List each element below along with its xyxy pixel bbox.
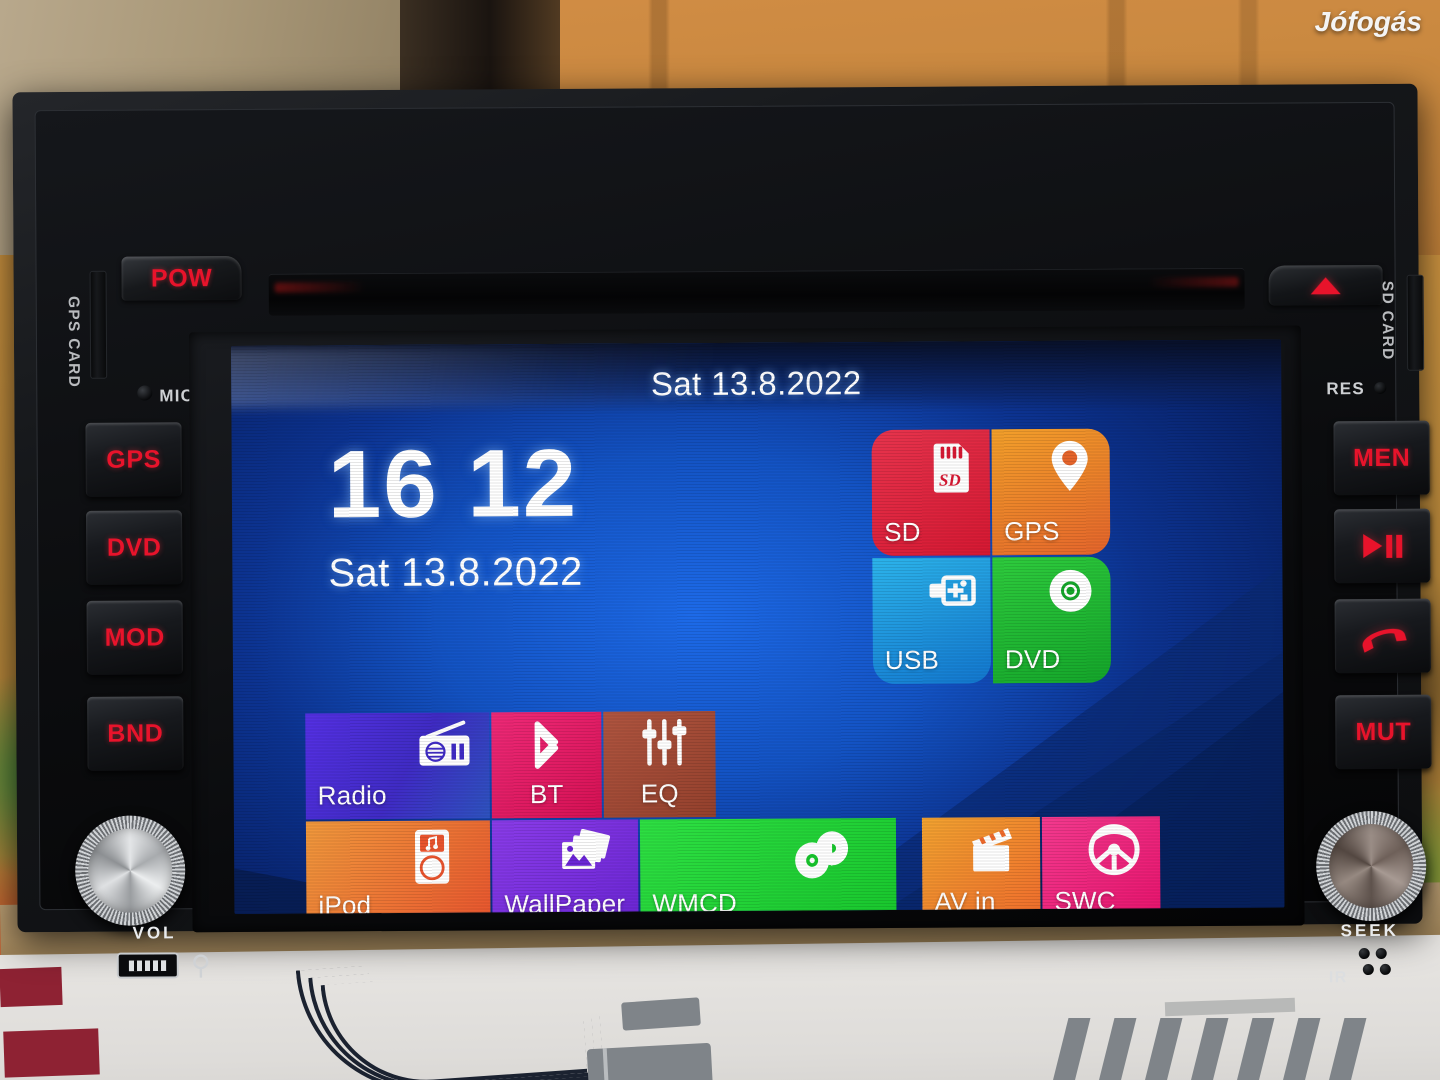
tile-usb[interactable]: USB bbox=[872, 557, 992, 685]
reset-label: RES bbox=[1326, 379, 1365, 399]
usb-plug-icon bbox=[921, 565, 979, 623]
ir-label: IR bbox=[1328, 969, 1348, 987]
paper-red-block bbox=[0, 966, 63, 1008]
tile-avin-label: AV in bbox=[934, 886, 996, 914]
power-button[interactable]: POW bbox=[121, 255, 242, 301]
tile-radio-label: Radio bbox=[317, 780, 387, 811]
radio-icon bbox=[413, 719, 471, 777]
slot-led-right bbox=[1148, 276, 1239, 288]
ir-receiver bbox=[1358, 947, 1399, 982]
gps-card-slot-label: GPS CARD bbox=[64, 295, 83, 389]
key-bnd-label: BND bbox=[107, 718, 164, 748]
wiring-bars-diagram bbox=[1051, 1018, 1390, 1080]
equalizer-icon bbox=[637, 717, 695, 775]
photos-icon bbox=[556, 828, 614, 886]
status-bar-date: Sat 13.8.2022 bbox=[650, 364, 862, 403]
sd-card-icon: SD bbox=[921, 437, 979, 495]
tile-eq[interactable]: EQ bbox=[603, 711, 716, 818]
connector-diagram bbox=[586, 1042, 714, 1080]
reset-pinhole[interactable] bbox=[1374, 381, 1387, 394]
key-gps[interactable]: GPS bbox=[85, 422, 182, 497]
steering-wheel-icon bbox=[1084, 822, 1142, 880]
volume-knob-label: VOL bbox=[132, 923, 177, 943]
two-discs-icon bbox=[786, 826, 856, 890]
ipod-icon bbox=[408, 827, 466, 885]
tile-eq-label: EQ bbox=[640, 778, 679, 809]
tile-dvd[interactable]: DVD bbox=[992, 556, 1112, 684]
tile-gps-label: GPS bbox=[1004, 515, 1060, 547]
disc-icon bbox=[1041, 565, 1099, 623]
key-gps-label: GPS bbox=[106, 444, 162, 474]
sd-card-slot-label: SD CARD bbox=[1378, 280, 1397, 361]
key-phone-hangup[interactable] bbox=[1334, 598, 1432, 674]
usb-port[interactable] bbox=[116, 952, 179, 979]
play-pause-icon bbox=[1362, 533, 1402, 559]
tile-swc-label: SWC bbox=[1054, 885, 1116, 914]
gps-card-slot[interactable] bbox=[89, 270, 108, 379]
disc-slot[interactable] bbox=[268, 267, 1245, 316]
clock-date: Sat 13.8.2022 bbox=[328, 549, 583, 596]
clapperboard-icon bbox=[962, 825, 1020, 883]
sd-card-slot[interactable] bbox=[1406, 274, 1425, 371]
eject-icon bbox=[1310, 276, 1341, 294]
phone-hangup-icon bbox=[1362, 628, 1407, 653]
seek-knob-label: SEEK bbox=[1340, 920, 1399, 941]
faceplate: POW GPS CARD SD CARD MIC RES GPS DVD MOD… bbox=[34, 101, 1432, 986]
seek-knob[interactable] bbox=[1315, 810, 1427, 922]
key-mod-label: MOD bbox=[104, 622, 165, 652]
microphone-icon bbox=[137, 385, 153, 401]
key-mod[interactable]: MOD bbox=[86, 600, 184, 675]
tile-usb-label: USB bbox=[884, 644, 940, 675]
site-watermark: Jófogás bbox=[1314, 6, 1422, 37]
bluetooth-icon bbox=[521, 716, 579, 774]
key-play-pause[interactable] bbox=[1334, 508, 1431, 584]
tile-bt-label: BT bbox=[529, 778, 564, 810]
key-dvd[interactable]: DVD bbox=[86, 510, 183, 585]
photo-scene: Jófogás POW GPS CARD SD CARD MIC RES GPS… bbox=[0, 0, 1440, 1080]
tile-sd-label: SD bbox=[884, 516, 921, 547]
lcd-bezel: Sat 13.8.2022 16 12 Sat 13.8.2022 SD SD … bbox=[188, 325, 1305, 933]
key-mute-label: MUT bbox=[1355, 717, 1412, 746]
tile-wmcd-label: WMCD bbox=[652, 887, 738, 914]
tile-radio[interactable]: Radio bbox=[305, 712, 490, 820]
key-bnd[interactable]: BND bbox=[87, 696, 184, 771]
connector-diagram bbox=[621, 997, 701, 1031]
key-menu-label: MEN bbox=[1352, 443, 1411, 472]
key-mute[interactable]: MUT bbox=[1335, 694, 1432, 770]
map-pin-icon bbox=[1041, 437, 1099, 495]
car-head-unit: POW GPS CARD SD CARD MIC RES GPS DVD MOD… bbox=[12, 83, 1432, 986]
lcd-screen[interactable]: Sat 13.8.2022 16 12 Sat 13.8.2022 SD SD … bbox=[231, 339, 1285, 914]
tile-ipod-label: iPod bbox=[318, 890, 372, 914]
svg-text:SD: SD bbox=[939, 471, 961, 490]
tile-avin[interactable]: AV in bbox=[921, 817, 1041, 914]
key-dvd-label: DVD bbox=[106, 532, 162, 562]
tile-dvd-label: DVD bbox=[1004, 643, 1061, 675]
tile-wmcd[interactable]: WMCD bbox=[639, 817, 897, 914]
usb-icon: ⚲ bbox=[190, 950, 211, 981]
tile-ipod[interactable]: iPod bbox=[305, 820, 491, 914]
tile-swc[interactable]: SWC bbox=[1041, 816, 1161, 914]
volume-knob[interactable] bbox=[74, 815, 186, 926]
eject-button[interactable] bbox=[1268, 264, 1383, 306]
tile-sd[interactable]: SD SD bbox=[871, 429, 991, 557]
key-menu[interactable]: MEN bbox=[1333, 420, 1430, 496]
power-button-label: POW bbox=[150, 263, 213, 292]
tile-bt[interactable]: BT bbox=[491, 711, 602, 819]
slot-led-left bbox=[274, 282, 365, 293]
clock-time: 16 12 bbox=[327, 429, 579, 539]
paper-red-block bbox=[3, 1028, 100, 1078]
tile-gps[interactable]: GPS bbox=[991, 428, 1111, 556]
tile-wallpaper-label: WallPaper bbox=[504, 888, 626, 914]
tile-wallpaper[interactable]: WallPaper bbox=[491, 819, 639, 914]
